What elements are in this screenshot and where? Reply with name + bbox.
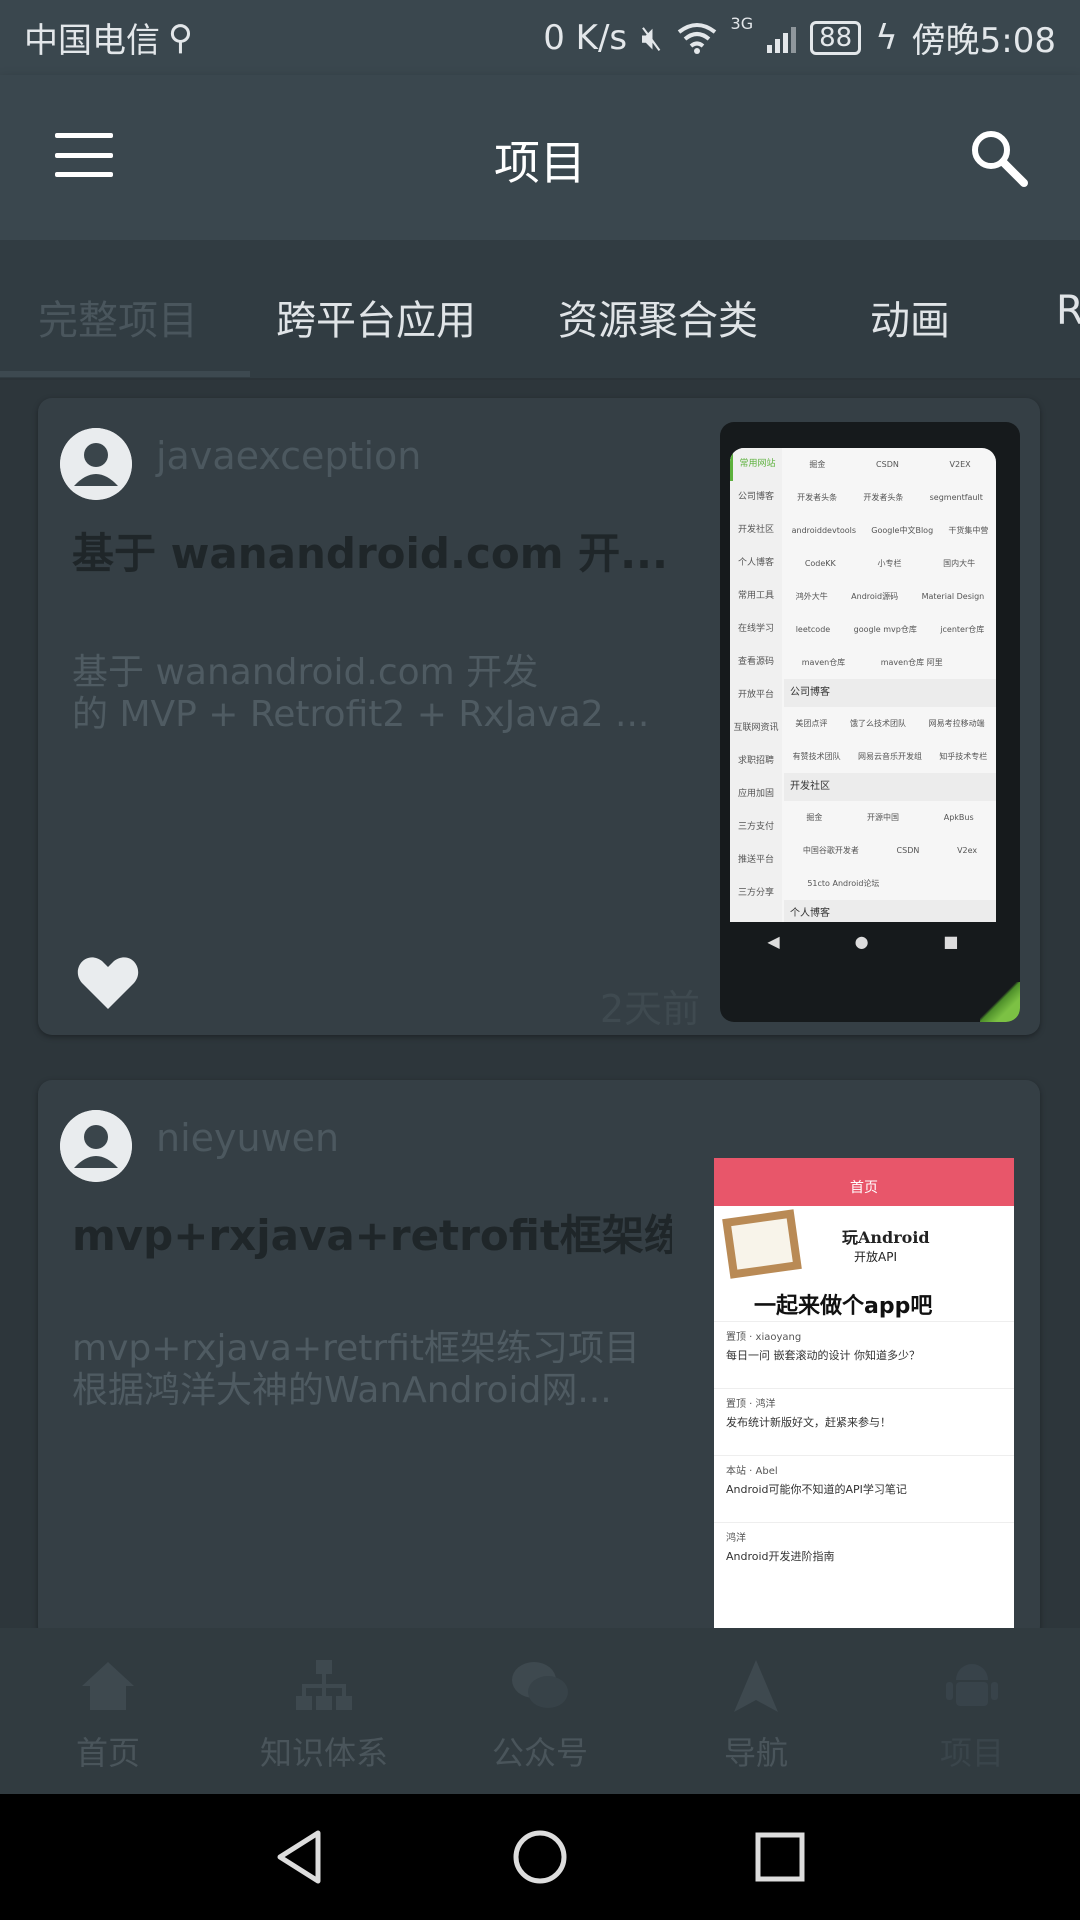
battery-icon: 88 bbox=[810, 20, 862, 55]
home-circle-icon[interactable] bbox=[510, 1827, 570, 1887]
thumbnail-wallpaper bbox=[980, 982, 1020, 1022]
thumbnail-article: 鸿洋 Android开发进阶指南 bbox=[714, 1522, 1014, 1589]
publish-time: 2天前 bbox=[599, 987, 700, 1031]
project-thumbnail[interactable]: 常用网站 公司博客 开发社区 个人博客 常用工具 在线学习 查看源码 开放平台 … bbox=[720, 422, 1020, 1022]
page-title: 项目 bbox=[494, 136, 586, 190]
tab-resource-aggregation[interactable]: 资源聚合类 bbox=[558, 288, 758, 346]
thumbnail-screen: 常用网站 公司博客 开发社区 个人博客 常用工具 在线学习 查看源码 开放平台 … bbox=[730, 448, 996, 922]
network-speed: 0 K/s bbox=[543, 17, 628, 58]
article-description: mvp+rxjava+retrfit框架练习项目 根据鸿洋大神的WanAndro… bbox=[72, 1328, 640, 1411]
nav-home[interactable]: 首页 bbox=[0, 1628, 216, 1794]
nav-projects[interactable]: 项目 bbox=[864, 1628, 1080, 1794]
wifi-icon bbox=[677, 22, 716, 54]
clock: 傍晚5:08 bbox=[911, 21, 1056, 61]
tab-more[interactable]: R bbox=[1056, 288, 1080, 334]
home-icon bbox=[82, 1662, 134, 1710]
author-name: javaexception bbox=[156, 434, 422, 478]
navigation-arrow-icon bbox=[734, 1660, 778, 1712]
thumbnail-grid: 掘金 CSDN V2EX 开发者头条 开发者头条 segmentfault androi… bbox=[784, 448, 996, 922]
thumbnail-header: 首页 bbox=[714, 1158, 1014, 1206]
thumbnail-article: 置顶 · 鸿洋 发布统计新版好文，赶紧来参与！ bbox=[714, 1388, 1014, 1455]
avatar bbox=[60, 428, 132, 500]
bottom-navigation: 首页 知识体系 公众号 导航 项目 bbox=[0, 1628, 1080, 1794]
mute-icon: 🔇︎ bbox=[641, 17, 663, 58]
system-navigation-bar bbox=[0, 1794, 1080, 1920]
tab-animation[interactable]: 动画 bbox=[870, 288, 950, 346]
signal-icon bbox=[767, 23, 797, 53]
article-title[interactable]: 基于 wanandroid.com 开... bbox=[72, 520, 672, 581]
project-list[interactable]: javaexception 基于 wanandroid.com 开... 基于 … bbox=[0, 380, 1080, 1628]
thumbnail-article: 本站 · Abel Android可能你不知道的API学习笔记 bbox=[714, 1455, 1014, 1522]
carrier-label: 中国电信 bbox=[24, 21, 160, 61]
tab-complete-projects[interactable]: 完整项目 bbox=[38, 288, 198, 346]
nav-knowledge[interactable]: 知识体系 bbox=[216, 1628, 432, 1794]
avatar bbox=[60, 1110, 132, 1182]
app-bar: 项目 bbox=[0, 75, 1080, 240]
project-card[interactable]: javaexception 基于 wanandroid.com 开... 基于 … bbox=[38, 398, 1040, 1035]
tab-indicator bbox=[0, 371, 250, 377]
author-name: nieyuwen bbox=[156, 1116, 340, 1160]
network-type: 3G bbox=[730, 14, 754, 33]
project-thumbnail[interactable]: 首页 玩Android 开放API 一起来做个app吧 置顶 · xiaoyan… bbox=[714, 1158, 1014, 1628]
thumbnail-side-menu: 常用网站 公司博客 开发社区 个人博客 常用工具 在线学习 查看源码 开放平台 … bbox=[730, 448, 782, 922]
article-description: 基于 wanandroid.com 开发 的 MVP + Retrofit2 +… bbox=[72, 652, 650, 735]
project-card[interactable]: nieyuwen mvp+rxjava+retrofit框架练... mvp+r… bbox=[38, 1080, 1040, 1628]
tab-cross-platform[interactable]: 跨平台应用 bbox=[276, 288, 476, 346]
charging-icon: ϟ bbox=[875, 17, 898, 58]
thumbnail-banner: 玩Android 开放API 一起来做个app吧 bbox=[714, 1206, 1014, 1321]
category-tabs: 完整项目 跨平台应用 资源聚合类 动画 R bbox=[0, 240, 1080, 378]
thumbnail-article: 置顶 · xiaoyang 每日一问 嵌套滚动的设计 你知道多少？ bbox=[714, 1321, 1014, 1388]
article-title[interactable]: mvp+rxjava+retrofit框架练... bbox=[72, 1202, 672, 1263]
chat-icon bbox=[512, 1662, 568, 1708]
android-icon bbox=[946, 1664, 998, 1706]
search-icon[interactable] bbox=[966, 125, 1030, 189]
nav-official-accounts[interactable]: 公众号 bbox=[432, 1628, 648, 1794]
hierarchy-icon bbox=[296, 1660, 352, 1710]
heart-icon[interactable] bbox=[76, 953, 140, 1011]
recents-icon[interactable] bbox=[750, 1827, 810, 1887]
nav-navigation[interactable]: 导航 bbox=[648, 1628, 864, 1794]
thumbnail-nav-bar: ◀ ● ■ bbox=[767, 931, 959, 951]
back-icon[interactable] bbox=[270, 1827, 330, 1887]
status-bar: 中国电信 ⚲ 0 K/s 🔇︎ 3G 88 ϟ 傍晚5:08 bbox=[0, 0, 1080, 75]
usb-icon: ⚲ bbox=[168, 17, 193, 58]
